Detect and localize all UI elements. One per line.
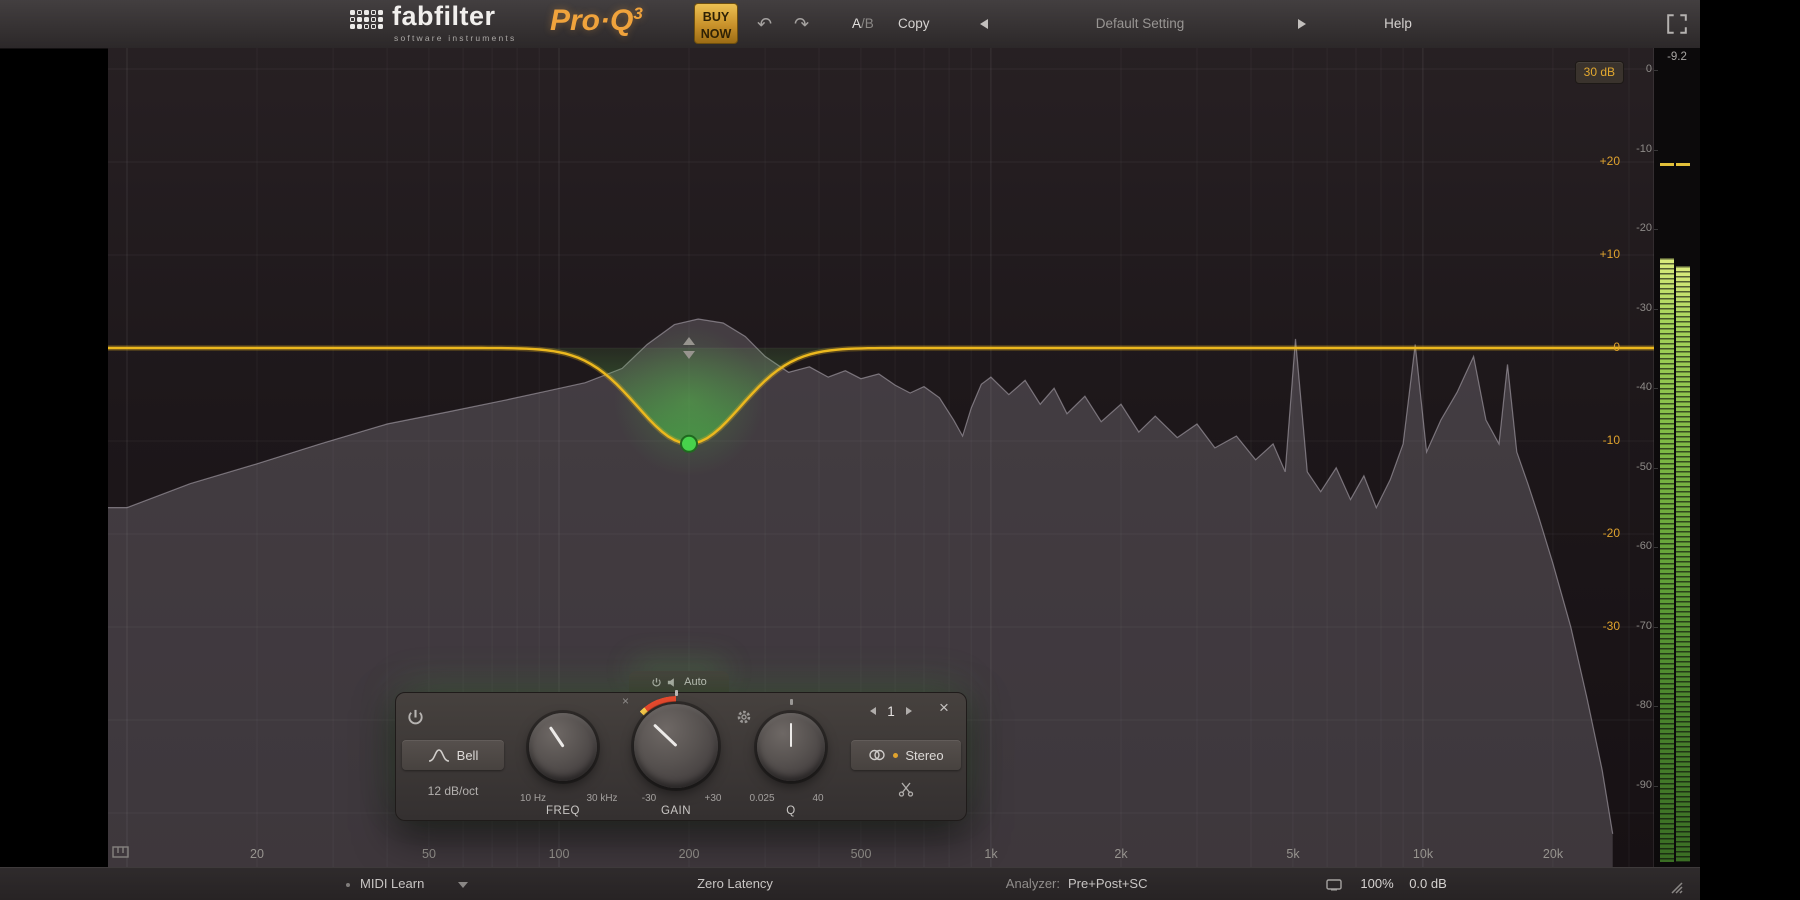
buy-now-button[interactable]: BUYNOW: [694, 3, 738, 44]
filter-slope-dropdown[interactable]: 12 dB/oct: [402, 784, 504, 798]
title-bar: fabfilter software instruments Pro·Q3 BU…: [0, 0, 1700, 49]
freq-knob-pointer: [549, 726, 564, 747]
scissors-icon[interactable]: [898, 781, 914, 797]
gain-knob[interactable]: [634, 704, 718, 788]
redo-icon[interactable]: ↷: [794, 13, 809, 35]
latency-mode-button[interactable]: Zero Latency: [660, 868, 810, 900]
q-min-label: 0.025: [735, 793, 789, 804]
brand-name: fabfilter: [392, 1, 496, 32]
bottom-bar: MIDI Learn Zero Latency Analyzer: Pre+Po…: [0, 867, 1700, 900]
gain-zero-tick: [675, 690, 678, 696]
q-knob[interactable]: [757, 713, 825, 781]
speaker-icon: [667, 677, 679, 688]
meter-scale-tick: [1654, 150, 1658, 151]
prev-band-icon[interactable]: [870, 707, 876, 715]
meter-scale-tick: [1654, 309, 1658, 310]
help-button[interactable]: Help: [1374, 14, 1422, 34]
filter-shape-label: Bell: [457, 748, 479, 763]
brand-tagline: software instruments: [394, 33, 516, 43]
meter-peak-readout: -9.2: [1654, 51, 1700, 63]
output-level-meter[interactable]: -9.2: [1654, 48, 1700, 867]
meter-peak-hold-left: [1660, 163, 1674, 166]
meter-scale-tick: [1654, 70, 1658, 71]
freq-knob[interactable]: [529, 713, 597, 781]
band-power-button[interactable]: [406, 708, 425, 727]
gain-title: GAIN: [646, 805, 706, 817]
meter-scale-tick: [1654, 706, 1658, 707]
fullscreen-icon[interactable]: [1666, 13, 1688, 35]
q-top-tick: [790, 699, 793, 705]
q-title: Q: [761, 805, 821, 817]
meter-bar-right[interactable]: [1676, 266, 1690, 862]
band-glow: [614, 326, 764, 476]
meter-scale-tick: [1654, 468, 1658, 469]
meter-scale-tick: [1654, 627, 1658, 628]
freq-title: FREQ: [533, 805, 593, 817]
stereo-circles-icon: [868, 749, 886, 761]
freq-min-label: 10 Hz: [506, 793, 560, 804]
meter-peak-hold-right: [1676, 163, 1690, 166]
fabfilter-logo-icon: [350, 10, 384, 31]
preset-prev-icon[interactable]: [980, 19, 988, 29]
meter-scale-tick: [1654, 786, 1658, 787]
filter-shape-dropdown[interactable]: Bell: [402, 740, 504, 770]
gain-knob-pointer: [653, 724, 678, 748]
preset-name[interactable]: Default Setting: [1040, 14, 1240, 34]
analyzer-label: Analyzer:: [960, 868, 1060, 900]
output-gain-value[interactable]: 0.0 dB: [1404, 868, 1452, 900]
freq-max-label: 30 kHz: [575, 793, 629, 804]
q-max-label: 40: [791, 793, 845, 804]
midi-learn-button[interactable]: MIDI Learn: [360, 868, 424, 900]
close-panel-button[interactable]: ×: [939, 698, 949, 718]
band-panel-body: Bell 12 dB/oct 10 Hz 30 kHz FREQ × -30 +…: [395, 692, 967, 821]
undo-icon[interactable]: ↶: [757, 13, 772, 35]
gain-max-label: +30: [686, 793, 740, 804]
resize-grip-icon[interactable]: [1666, 877, 1684, 895]
stereo-placement-dropdown[interactable]: Stereo: [851, 740, 961, 770]
meter-bar-left[interactable]: [1660, 258, 1674, 862]
next-band-icon[interactable]: [906, 707, 912, 715]
auto-gain-label: Auto: [684, 676, 707, 688]
auto-gain-tab[interactable]: Auto: [629, 671, 729, 693]
gain-q-link-gear-icon[interactable]: [736, 709, 752, 725]
meter-scale-tick: [1654, 229, 1658, 230]
band-number: 1: [882, 704, 900, 719]
midi-learn-dot: [346, 883, 350, 887]
ab-toggle[interactable]: A/B: [852, 14, 874, 34]
bell-curve-icon: [428, 748, 450, 762]
meter-scale-tick: [1654, 547, 1658, 548]
power-icon: [651, 677, 662, 688]
pro-q3-window: fabfilter software instruments Pro·Q3 BU…: [0, 0, 1800, 900]
piano-display-toggle-icon[interactable]: [112, 844, 130, 860]
stereo-label: Stereo: [905, 748, 943, 763]
stereo-accent-dot: [893, 753, 898, 758]
copy-button[interactable]: Copy: [898, 14, 930, 34]
meter-scale-tick: [1654, 388, 1658, 389]
display-range-button[interactable]: 30 dB: [1575, 61, 1624, 84]
preset-next-icon[interactable]: [1298, 19, 1306, 29]
gain-min-label: -30: [622, 793, 676, 804]
midi-learn-caret-icon[interactable]: [458, 882, 468, 888]
gain-knob-x-marker: ×: [622, 694, 629, 708]
analyzer-mode-button[interactable]: Pre+Post+SC: [1068, 868, 1148, 900]
band-settings-panel: Auto Bell 12 dB/oct 10 Hz 30 kHz FREQ: [395, 671, 967, 821]
product-logo: Pro·Q3: [550, 4, 643, 38]
display-scale-icon[interactable]: [1326, 879, 1342, 891]
q-knob-pointer: [790, 723, 793, 747]
band-1-handle[interactable]: [681, 436, 697, 452]
ui-scale-value[interactable]: 100%: [1355, 868, 1399, 900]
